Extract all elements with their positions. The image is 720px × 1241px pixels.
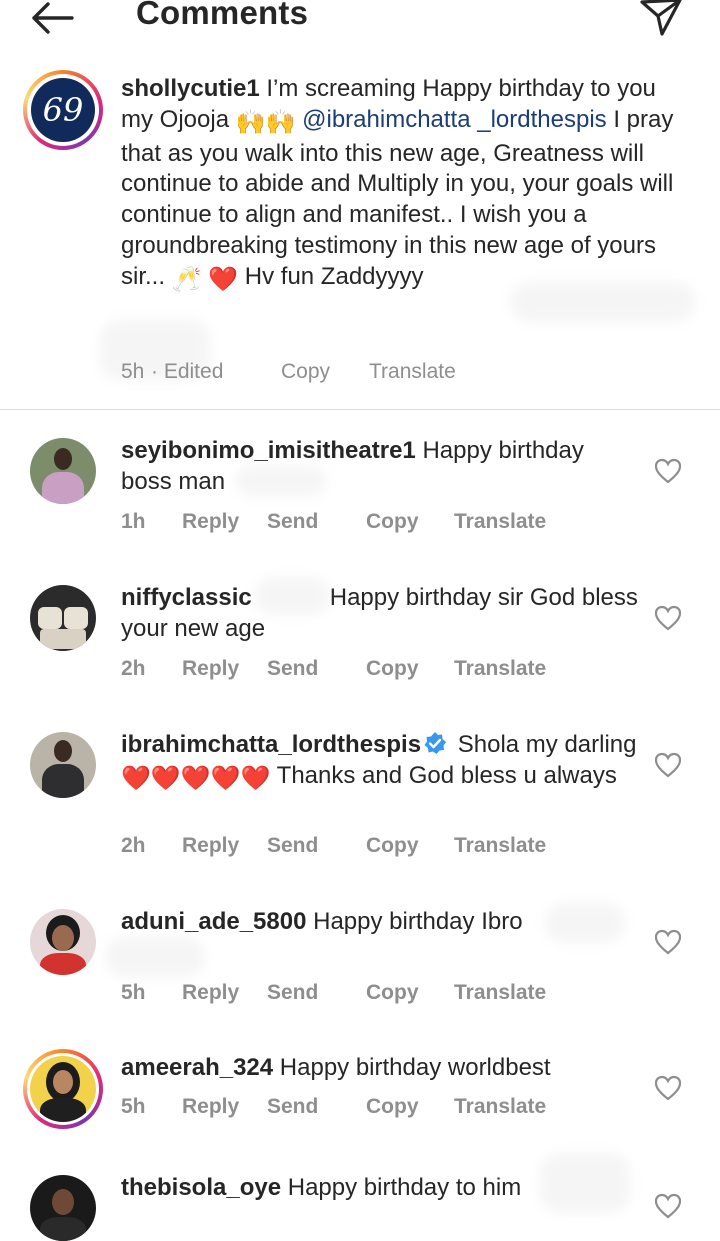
- timestamp: 2h: [121, 657, 146, 680]
- reply-button[interactable]: Reply: [182, 657, 239, 681]
- comment-text: ibrahimchatta_lordthespis Shola my darli…: [121, 730, 641, 795]
- reply-button[interactable]: Reply: [182, 1095, 239, 1119]
- mention-link[interactable]: @ibrahimchatta _lordthespis: [302, 106, 607, 133]
- heart-icon[interactable]: [654, 929, 682, 955]
- avatar: [30, 1056, 96, 1122]
- avatar[interactable]: [30, 1175, 96, 1241]
- send-button[interactable]: Send: [267, 657, 318, 681]
- comment-body: Happy birthday to him: [281, 1174, 522, 1201]
- blur-overlay: [105, 937, 205, 977]
- heart-icon[interactable]: [654, 752, 682, 778]
- comment-text: niffyclassic Happy birthday sir God bless…: [121, 583, 641, 645]
- send-button[interactable]: Send: [267, 510, 318, 534]
- send-button[interactable]: Send: [267, 834, 318, 858]
- avatar: 69: [31, 78, 95, 142]
- timestamp: 1h: [121, 510, 146, 533]
- translate-button[interactable]: Translate: [454, 981, 546, 1005]
- translate-button[interactable]: Translate: [369, 360, 456, 384]
- back-arrow-icon[interactable]: [28, 0, 78, 36]
- copy-button[interactable]: Copy: [366, 657, 419, 681]
- comment-body: Happy birthday Ibro: [306, 908, 523, 935]
- translate-button[interactable]: Translate: [454, 657, 546, 681]
- avatar[interactable]: [30, 909, 96, 975]
- caption-text: shollycutie1 I’m screaming Happy birthda…: [121, 74, 681, 296]
- copy-button[interactable]: Copy: [281, 360, 330, 384]
- translate-button[interactable]: Translate: [454, 1095, 546, 1119]
- avatar[interactable]: [30, 438, 96, 504]
- red-hearts-emoji: ❤️❤️❤️❤️❤️: [121, 764, 271, 792]
- heart-icon[interactable]: [654, 605, 682, 631]
- heart-icon[interactable]: [654, 458, 682, 484]
- blur-overlay: [255, 577, 330, 615]
- timestamp: 5h: [121, 1095, 146, 1118]
- story-ring[interactable]: [23, 1049, 103, 1129]
- username[interactable]: shollycutie1: [121, 75, 260, 102]
- reply-button[interactable]: Reply: [182, 981, 239, 1005]
- direct-send-icon[interactable]: [638, 0, 684, 38]
- translate-button[interactable]: Translate: [454, 834, 546, 858]
- top-bar: Comments: [0, 0, 720, 40]
- avatar[interactable]: [30, 732, 96, 798]
- username[interactable]: seyibonimo_imisitheatre1: [121, 437, 416, 464]
- page-title: Comments: [136, 0, 309, 31]
- verified-badge-icon: [424, 732, 447, 754]
- reply-button[interactable]: Reply: [182, 510, 239, 534]
- translate-button[interactable]: Translate: [454, 510, 546, 534]
- edited-label: · Edited: [151, 360, 224, 383]
- username[interactable]: aduni_ade_5800: [121, 908, 306, 935]
- username[interactable]: niffyclassic: [121, 584, 252, 611]
- heart-icon[interactable]: [654, 1075, 682, 1101]
- comment-body: Shola my darling: [451, 731, 637, 758]
- username[interactable]: ameerah_324: [121, 1054, 273, 1081]
- send-button[interactable]: Send: [267, 1095, 318, 1119]
- comment-text: ameerah_324 Happy birthday worldbest: [121, 1053, 641, 1084]
- blur-overlay: [236, 466, 326, 496]
- copy-button[interactable]: Copy: [366, 1095, 419, 1119]
- blur-overlay: [545, 903, 625, 943]
- raising-hands-emoji: 🙌🙌: [235, 108, 296, 136]
- comment-body: Happy birthday worldbest: [273, 1054, 551, 1081]
- clinking-glasses-heart-emoji: 🥂 ❤️: [171, 265, 239, 293]
- heart-icon[interactable]: [654, 1193, 682, 1219]
- divider: [0, 409, 720, 410]
- blur-overlay: [540, 1153, 630, 1213]
- timestamp: 5h: [121, 981, 146, 1004]
- username[interactable]: ibrahimchatta_lordthespis: [121, 731, 421, 758]
- timestamp: 5h: [121, 360, 145, 383]
- comment-text: seyibonimo_imisitheatre1 Happy birthday …: [121, 436, 641, 498]
- avatar[interactable]: [30, 585, 96, 651]
- send-button[interactable]: Send: [267, 981, 318, 1005]
- reply-button[interactable]: Reply: [182, 834, 239, 858]
- caption-text-part: Hv fun Zaddyyyy: [238, 262, 424, 290]
- username[interactable]: thebisola_oye: [121, 1174, 281, 1201]
- copy-button[interactable]: Copy: [366, 981, 419, 1005]
- comment-body: Thanks and God bless u always: [270, 761, 617, 789]
- copy-button[interactable]: Copy: [366, 510, 419, 534]
- timestamp: 2h: [121, 834, 146, 857]
- blur-overlay: [510, 282, 695, 322]
- copy-button[interactable]: Copy: [366, 834, 419, 858]
- story-ring[interactable]: 69: [23, 70, 103, 150]
